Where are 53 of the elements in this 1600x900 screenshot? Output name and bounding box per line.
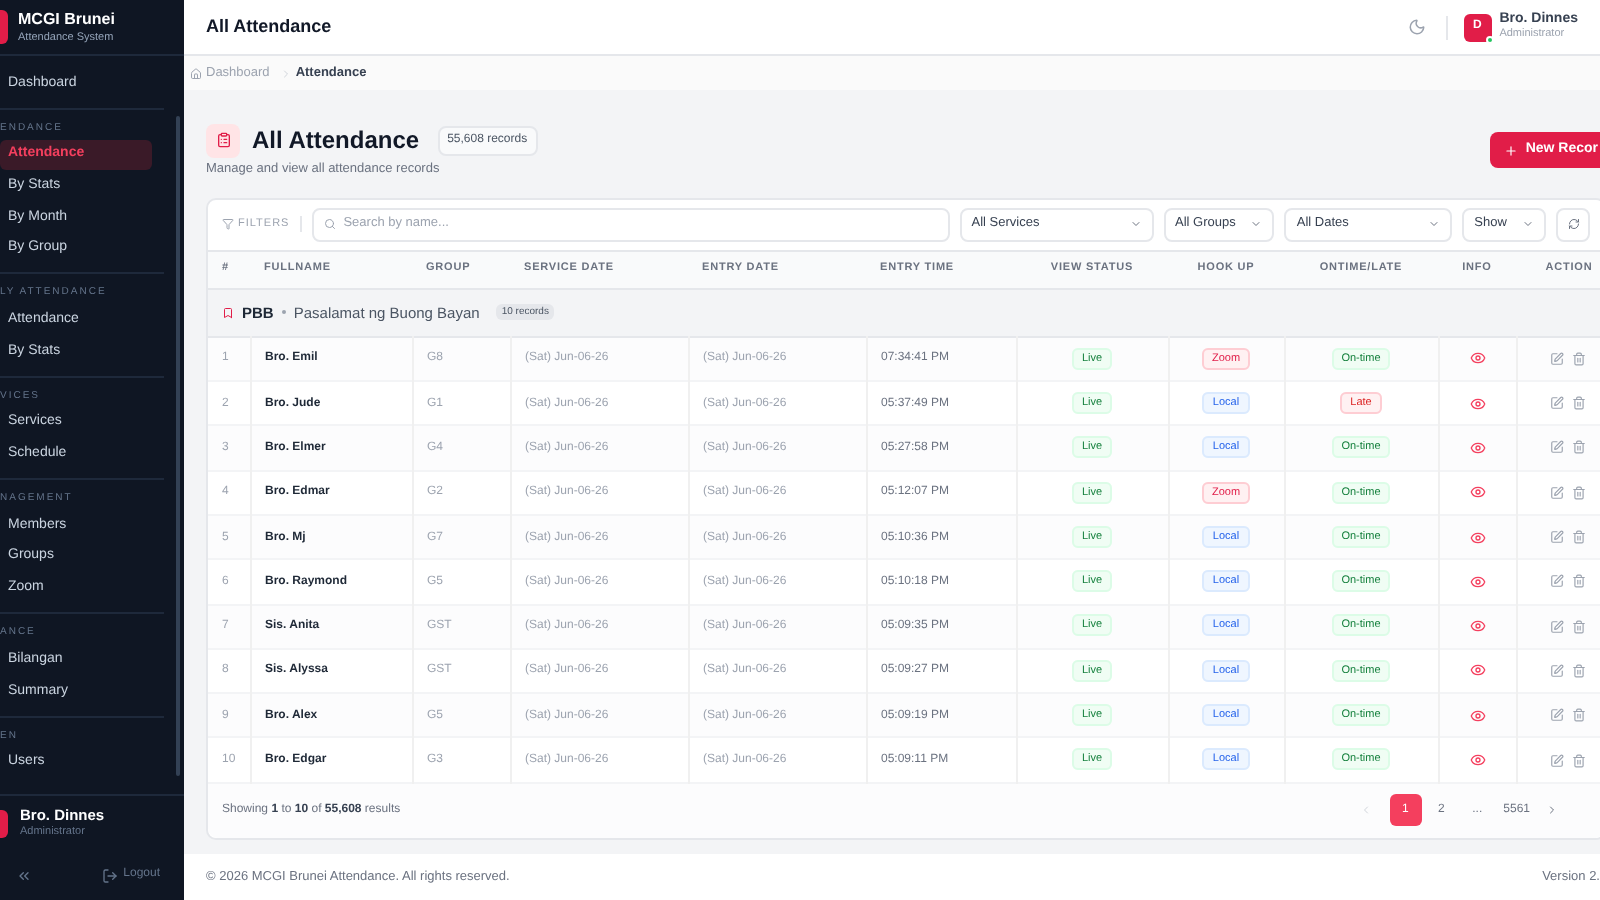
delete-icon[interactable] [1571,619,1585,634]
search-icon [323,218,336,231]
delete-icon[interactable] [1571,485,1585,500]
view-icon[interactable] [1469,395,1485,412]
user-avatar [0,809,8,837]
chevron-icon [279,67,292,79]
page-title: All Attendance [252,124,420,158]
delete-icon[interactable] [1571,574,1585,589]
theme-toggle-icon[interactable] [1407,18,1426,36]
edit-icon[interactable] [1549,708,1563,723]
edit-icon[interactable] [1549,619,1563,634]
edit-icon[interactable] [1549,396,1563,411]
edit-icon[interactable] [1549,753,1563,768]
app-title: MCGI Brunei [18,9,115,29]
edit-icon[interactable] [1549,530,1563,545]
view-icon[interactable] [1469,350,1485,367]
edit-icon[interactable] [1549,485,1563,500]
refresh-button[interactable] [1556,207,1590,242]
delete-icon[interactable] [1571,753,1585,768]
edit-icon[interactable] [1549,440,1563,455]
view-icon[interactable] [1469,484,1485,501]
page-header-title: All Attendance [206,13,334,40]
collapse-icon[interactable] [16,867,32,883]
view-icon[interactable] [1469,752,1485,769]
chevron-down-icon [1522,218,1535,231]
delete-icon[interactable] [1571,351,1585,366]
refresh-icon [1567,218,1580,231]
delete-icon[interactable] [1571,440,1585,455]
chevron-down-icon [1250,218,1263,231]
home-icon [190,67,202,79]
delete-icon[interactable] [1571,396,1585,411]
view-icon[interactable] [1469,529,1485,546]
plus-icon [1503,143,1518,157]
delete-icon[interactable] [1571,663,1585,678]
chevron-down-icon [1428,218,1441,231]
scrollbar[interactable] [176,116,180,776]
edit-icon[interactable] [1549,663,1563,678]
delete-icon[interactable] [1571,708,1585,723]
edit-icon[interactable] [1549,574,1563,589]
next-page-icon[interactable] [1546,804,1558,817]
view-icon[interactable] [1469,573,1485,590]
chevron-down-icon [1129,218,1141,231]
view-icon[interactable] [1469,707,1485,724]
bookmark-icon [222,305,234,320]
filter-icon [222,218,234,231]
clipboard-icon [206,123,240,157]
view-icon[interactable] [1469,662,1485,679]
logo-icon [0,10,8,44]
delete-icon[interactable] [1571,530,1585,545]
view-icon[interactable] [1469,439,1485,456]
logout-icon [101,867,118,883]
edit-icon[interactable] [1549,351,1563,366]
view-icon[interactable] [1469,618,1485,635]
